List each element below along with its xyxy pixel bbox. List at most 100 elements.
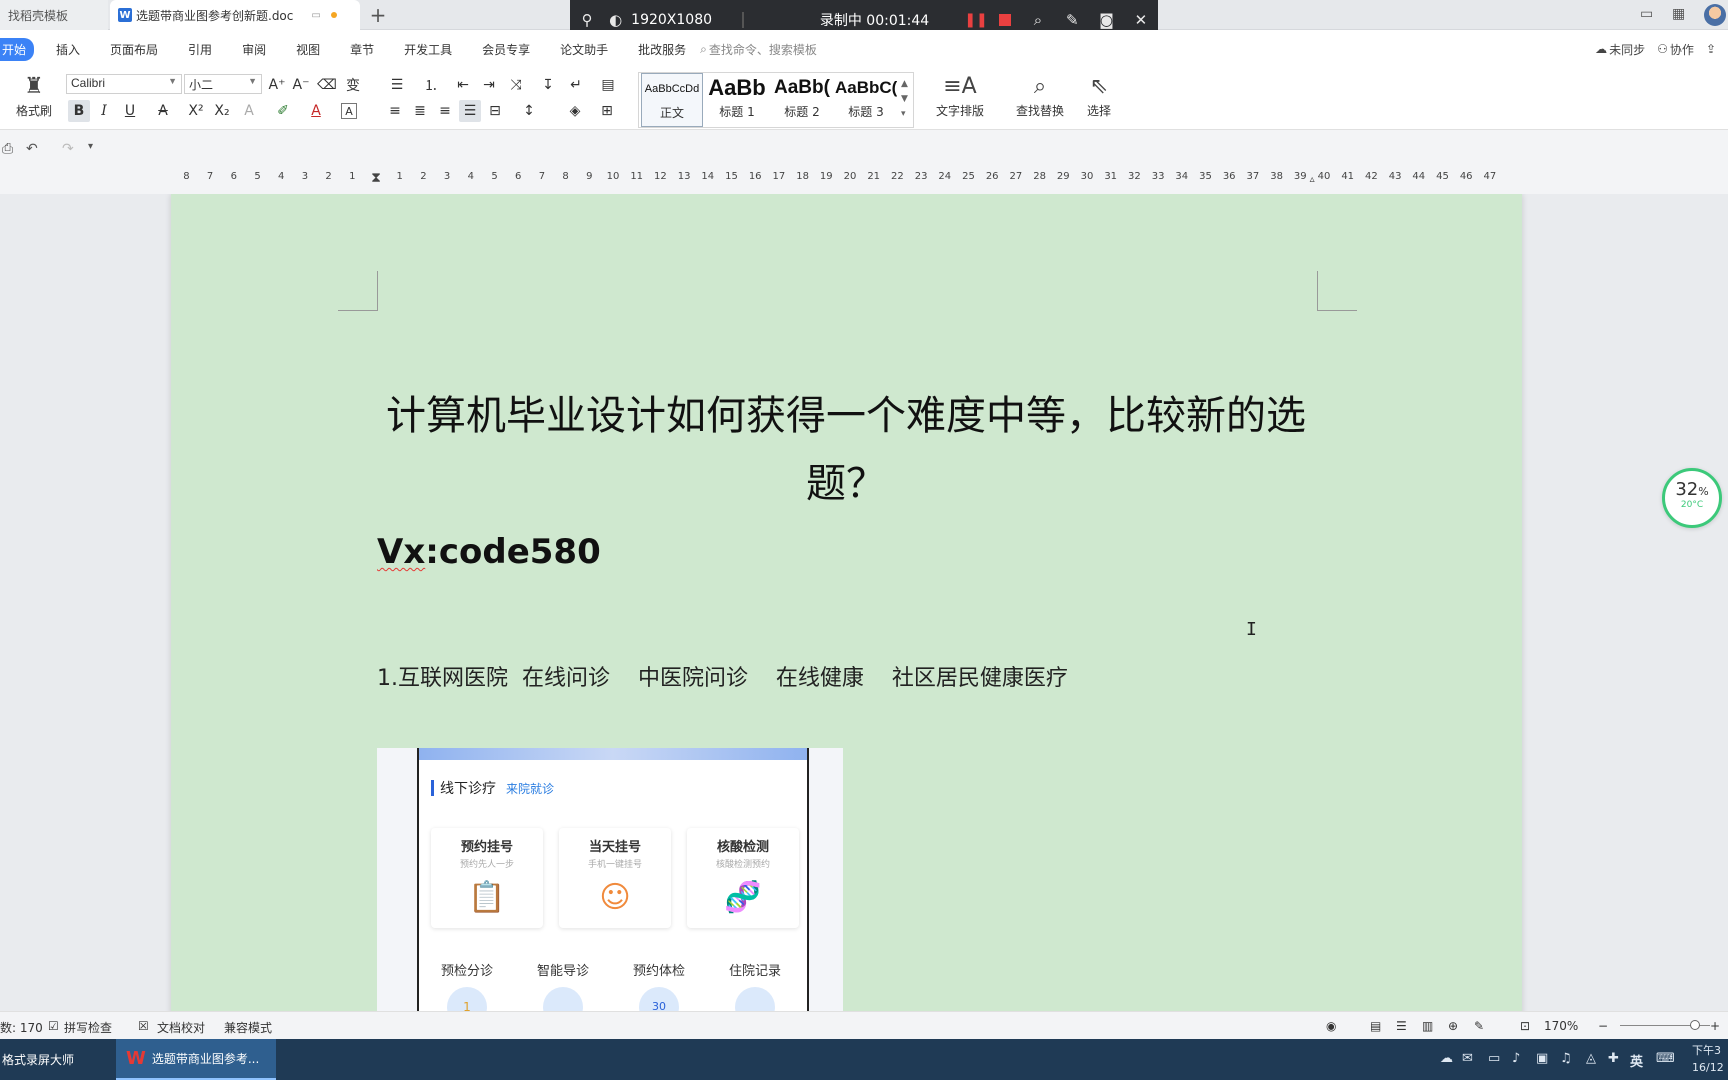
bold-icon[interactable]: B: [68, 100, 90, 122]
ime-indicator[interactable]: 英: [1630, 1051, 1643, 1070]
edit-icon[interactable]: ✎: [1474, 1019, 1484, 1033]
line-spacing-icon[interactable]: ↕: [518, 100, 540, 122]
menu-section[interactable]: 章节: [350, 41, 374, 58]
gpu-icon[interactable]: ▣: [1536, 1051, 1548, 1066]
print-preview-icon[interactable]: ⎙: [2, 141, 13, 157]
zoom-slider-handle[interactable]: [1690, 1020, 1700, 1030]
format-painter-button[interactable]: ♜ 格式刷: [12, 72, 56, 119]
pin-icon[interactable]: ⚲: [570, 11, 604, 29]
taskbar-recorder[interactable]: 格式录屏大师: [0, 1039, 112, 1080]
avatar[interactable]: [1704, 4, 1726, 26]
network-icon[interactable]: ◬: [1586, 1051, 1596, 1066]
font-name-select[interactable]: Calibri ▼: [66, 74, 182, 94]
menu-view[interactable]: 视图: [296, 41, 320, 58]
customize-icon[interactable]: ▾: [88, 141, 93, 152]
eye-protection-icon[interactable]: ◉: [1326, 1019, 1336, 1033]
grid-view-icon[interactable]: ▦: [1672, 6, 1685, 22]
system-monitor-widget[interactable]: 32% 20°C: [1662, 468, 1722, 528]
underline-icon[interactable]: U: [119, 100, 141, 122]
highlight-icon[interactable]: ✐: [272, 100, 294, 122]
menu-review[interactable]: 审阅: [242, 41, 266, 58]
document-title[interactable]: 计算机毕业设计如何获得一个难度中等，比较新的选 题？: [371, 382, 1321, 518]
zoom-level[interactable]: 170%: [1544, 1019, 1578, 1033]
text-layout-button[interactable]: ≡A 文字排版: [930, 72, 990, 119]
zoom-in-icon[interactable]: +: [1710, 1019, 1720, 1033]
document-page[interactable]: 计算机毕业设计如何获得一个难度中等，比较新的选 题？ Vx:code580 I …: [171, 194, 1522, 1011]
select-button[interactable]: ⇖ 选择: [1078, 72, 1120, 119]
borders-icon[interactable]: ⊞: [596, 100, 618, 122]
taskbar-wps[interactable]: W 选题带商业图参考...: [116, 1039, 276, 1080]
clear-format-icon[interactable]: ⌫: [316, 74, 338, 96]
command-search[interactable]: ⌕ 查找命令、搜索模板: [700, 41, 817, 58]
close-icon[interactable]: ✕: [1124, 11, 1158, 29]
subscript-icon[interactable]: X₂: [211, 100, 233, 122]
undo-icon[interactable]: ↶: [26, 141, 38, 157]
spell-check-button[interactable]: 拼写检查: [64, 1019, 112, 1036]
list-item-1[interactable]: 1.互联网医院 在线问诊 中医院问诊 在线健康 社区居民健康医疗: [377, 660, 1068, 692]
menu-home[interactable]: 开始: [0, 37, 35, 61]
pen-icon[interactable]: ✎: [1055, 11, 1089, 29]
style-heading1[interactable]: AaBb 标题 1: [705, 73, 769, 127]
share-icon[interactable]: ⇪: [1706, 42, 1716, 56]
layout-icon[interactable]: ▭: [1640, 6, 1653, 22]
embedded-screenshot[interactable]: 线下诊疗 来院就诊 预约挂号 预约先人一步 📋 当天挂号 手机一键挂号 ☺ 核酸…: [377, 748, 843, 1011]
find-replace-button[interactable]: ⌕ 查找替换: [1008, 72, 1072, 119]
menu-developer[interactable]: 开发工具: [404, 41, 452, 58]
shading-icon[interactable]: ◈: [564, 100, 586, 122]
sync-status[interactable]: 未同步: [1609, 41, 1645, 58]
increase-indent-icon[interactable]: ⇥: [478, 74, 500, 96]
decrease-indent-icon[interactable]: ⇤: [452, 74, 474, 96]
contact-line[interactable]: Vx:code580: [377, 532, 601, 572]
style-heading2[interactable]: AaBb( 标题 2: [771, 73, 833, 127]
numbered-list-icon[interactable]: ⒈: [420, 74, 442, 96]
mic-icon[interactable]: ♪: [1512, 1051, 1520, 1066]
menu-insert[interactable]: 插入: [56, 41, 80, 58]
align-left-icon[interactable]: ≡: [384, 100, 406, 122]
menu-correction[interactable]: 批改服务: [638, 41, 686, 58]
font-size-select[interactable]: 小二 ▼: [184, 74, 262, 94]
shrink-font-icon[interactable]: A⁻: [290, 74, 312, 96]
style-scroll-icon[interactable]: ▲ ▼ ▾: [901, 77, 908, 122]
phonetic-icon[interactable]: 变: [342, 74, 364, 96]
contrast-icon[interactable]: ◐: [604, 11, 627, 29]
clock[interactable]: 下午3 16/12: [1692, 1042, 1724, 1076]
sort-icon[interactable]: ↧: [537, 74, 559, 96]
read-view-icon[interactable]: ▥: [1422, 1019, 1433, 1033]
bullet-list-icon[interactable]: ☰: [386, 74, 408, 96]
wechat-icon[interactable]: ✉: [1462, 1051, 1473, 1066]
ime-settings-icon[interactable]: ⌨: [1656, 1051, 1675, 1066]
italic-icon[interactable]: I: [93, 100, 115, 122]
volume-icon[interactable]: ♫: [1560, 1051, 1572, 1066]
show-marks-icon[interactable]: ↵: [565, 74, 587, 96]
right-indent-marker-icon[interactable]: ▵: [1310, 174, 1315, 185]
web-view-icon[interactable]: ⊕: [1448, 1019, 1458, 1033]
chinese-layout-icon[interactable]: ⤨: [505, 74, 527, 96]
style-heading3[interactable]: AaBbC( 标题 3: [835, 73, 897, 127]
menu-page-layout[interactable]: 页面布局: [110, 41, 158, 58]
tab-docer-templates[interactable]: 找稻壳模板: [0, 0, 108, 30]
doc-proof-button[interactable]: 文档校对: [157, 1019, 205, 1036]
security-icon[interactable]: ✚: [1608, 1051, 1619, 1066]
indent-marker-icon[interactable]: ⧗: [371, 170, 381, 186]
monitor-icon[interactable]: ▭: [311, 10, 320, 21]
menu-references[interactable]: 引用: [188, 41, 212, 58]
camera-icon[interactable]: ▭: [1488, 1051, 1500, 1066]
stop-icon[interactable]: [999, 14, 1011, 26]
magnifier-icon[interactable]: ⌕: [1021, 11, 1055, 29]
strikethrough-icon[interactable]: A: [152, 100, 174, 122]
char-border-icon[interactable]: A: [341, 103, 357, 119]
page-view-icon[interactable]: ▤: [1370, 1019, 1381, 1033]
new-tab-button[interactable]: +: [366, 3, 390, 27]
word-count[interactable]: 数: 170: [0, 1019, 43, 1036]
align-right-icon[interactable]: ≡: [434, 100, 456, 122]
menu-thesis-assistant[interactable]: 论文助手: [560, 41, 608, 58]
menu-member[interactable]: 会员专享: [482, 41, 530, 58]
text-effect-icon[interactable]: A: [238, 100, 260, 122]
fit-page-icon[interactable]: ⊡: [1520, 1019, 1530, 1033]
grow-font-icon[interactable]: A⁺: [266, 74, 288, 96]
collab-button[interactable]: 协作: [1670, 41, 1694, 58]
align-center-icon[interactable]: ≣: [409, 100, 431, 122]
justify-icon[interactable]: ☰: [459, 100, 481, 122]
table-tools-icon[interactable]: ▤: [597, 74, 619, 96]
onedrive-icon[interactable]: ☁: [1440, 1051, 1453, 1066]
